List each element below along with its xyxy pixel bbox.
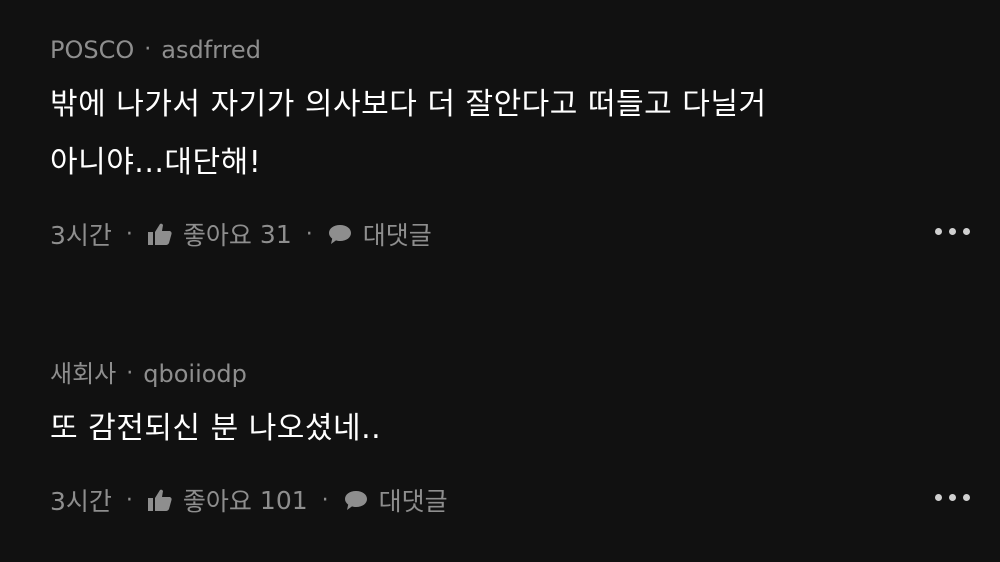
author-company[interactable]: POSCO [50, 30, 134, 70]
more-dots-icon [949, 494, 956, 501]
comment-item: POSCO · asdfrred 밖에 나가서 자기가 의사보다 더 잘안다고 … [50, 30, 970, 258]
thumbs-up-icon [147, 223, 172, 245]
comment-text-line: 또 감전되신 분 나오셨네.. [50, 411, 382, 446]
reply-label: 대댓글 [362, 221, 432, 250]
action-separator: · [125, 221, 133, 247]
like-button[interactable]: 좋아요 31 [147, 216, 292, 252]
action-separator: · [125, 487, 133, 513]
more-dots-icon [963, 228, 970, 235]
comment-actions: 3시간 · 좋아요 101 · 대댓글 [50, 476, 970, 524]
comment-text-line: 밖에 나가서 자기가 의사보다 더 잘안다고 떠들고 다닐거 [50, 87, 767, 122]
more-options-button[interactable] [935, 494, 970, 501]
more-options-button[interactable] [935, 228, 970, 235]
comment-time: 3시간 [50, 487, 112, 516]
speech-bubble-icon [344, 491, 367, 510]
like-count: 31 [259, 219, 292, 249]
author-username[interactable]: asdfrred [161, 30, 261, 70]
reply-button[interactable]: 대댓글 [327, 216, 432, 252]
like-label: 좋아요 [182, 221, 252, 250]
like-label: 좋아요 [182, 487, 252, 516]
meta-separator: · [144, 37, 152, 62]
author-username[interactable]: qboiiodp [143, 354, 247, 394]
action-separator: · [321, 487, 329, 513]
author-company[interactable]: 새회사 [50, 354, 116, 394]
more-dots-icon [963, 494, 970, 501]
comment-body: 밖에 나가서 자기가 의사보다 더 잘안다고 떠들고 다닐거 아니야...대단해… [50, 76, 970, 192]
comment-item: 새회사 · qboiiodp 또 감전되신 분 나오셨네.. 3시간 · 좋아요… [50, 354, 970, 524]
comment-time: 3시간 [50, 221, 112, 250]
speech-bubble-icon [328, 225, 351, 244]
comment-body: 또 감전되신 분 나오셨네.. [50, 400, 970, 458]
thumbs-up-icon [147, 489, 172, 511]
comment-meta: POSCO · asdfrred [50, 30, 970, 70]
comment-text-line: 아니야...대단해! [50, 145, 262, 180]
more-dots-icon [949, 228, 956, 235]
comment-actions: 3시간 · 좋아요 31 · 대댓글 [50, 210, 970, 258]
reply-label: 대댓글 [378, 487, 448, 516]
more-dots-icon [935, 228, 942, 235]
more-dots-icon [935, 494, 942, 501]
meta-separator: · [126, 361, 134, 386]
like-button[interactable]: 좋아요 101 [147, 482, 308, 518]
like-count: 101 [259, 485, 308, 515]
reply-button[interactable]: 대댓글 [343, 482, 448, 518]
action-separator: · [305, 221, 313, 247]
comment-meta: 새회사 · qboiiodp [50, 354, 970, 394]
